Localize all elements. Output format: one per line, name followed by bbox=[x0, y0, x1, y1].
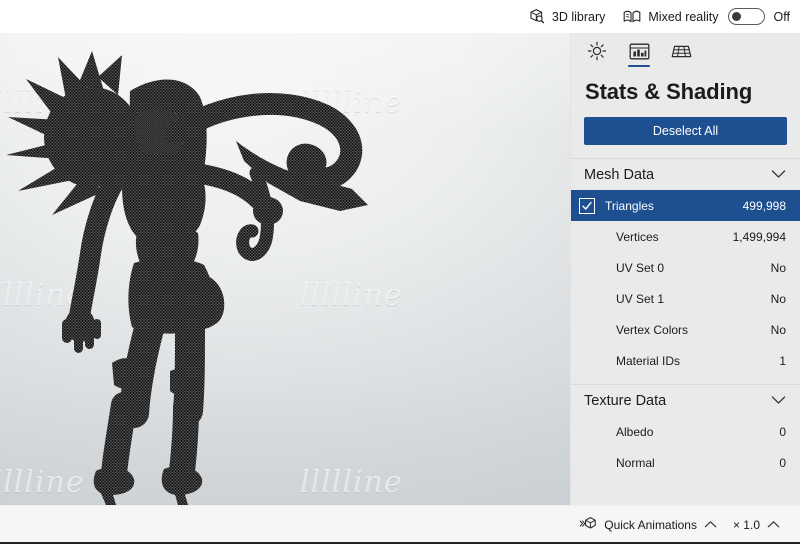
row-label: Albedo bbox=[616, 424, 654, 439]
triangles-checkbox[interactable] bbox=[579, 197, 595, 214]
table-row[interactable]: Albedo 0 bbox=[571, 416, 800, 447]
row-value: 0 bbox=[779, 424, 786, 439]
group-header-texture-data[interactable]: Texture Data bbox=[571, 384, 800, 416]
table-row[interactable]: Normal 0 bbox=[571, 447, 800, 478]
mixed-reality-button[interactable]: Mixed reality bbox=[614, 0, 727, 33]
stats-chart-icon bbox=[629, 42, 650, 61]
mixed-reality-label: Mixed reality bbox=[648, 9, 719, 24]
row-label: Triangles bbox=[605, 198, 654, 213]
deselect-all-button[interactable]: Deselect All bbox=[584, 117, 787, 145]
row-label: Material IDs bbox=[616, 353, 681, 368]
row-value: 499,998 bbox=[742, 198, 786, 213]
animation-cube-icon bbox=[579, 516, 597, 535]
tab-stats-shading[interactable] bbox=[619, 34, 659, 68]
row-label: Normal bbox=[616, 455, 655, 470]
table-row[interactable]: Material IDs 1 bbox=[571, 345, 800, 376]
3d-library-label: 3D library bbox=[551, 9, 606, 24]
table-row[interactable]: UV Set 1 No bbox=[571, 283, 800, 314]
quick-animations-button[interactable]: Quick Animations bbox=[571, 510, 725, 540]
row-value: No bbox=[770, 291, 786, 306]
table-row[interactable]: Vertex Colors No bbox=[571, 314, 800, 345]
wireframe-model[interactable] bbox=[0, 33, 570, 505]
mixed-reality-toggle-group: Off bbox=[727, 8, 794, 25]
toggle-knob bbox=[732, 11, 742, 21]
cube-search-icon bbox=[528, 8, 545, 25]
tab-underline bbox=[628, 64, 650, 67]
group-header-mesh-data[interactable]: Mesh Data bbox=[571, 158, 800, 190]
chevron-up-icon[interactable] bbox=[767, 518, 780, 532]
row-value: No bbox=[770, 322, 786, 337]
row-label: Vertex Colors bbox=[616, 322, 689, 337]
tab-lighting[interactable] bbox=[577, 34, 617, 68]
row-value: No bbox=[770, 260, 786, 275]
table-row[interactable]: Triangles 499,998 bbox=[571, 190, 800, 221]
row-label: UV Set 1 bbox=[616, 291, 665, 306]
stats-shading-panel: Stats & Shading Deselect All Mesh Data T… bbox=[571, 33, 800, 505]
row-value: 0 bbox=[779, 455, 786, 470]
bottom-toolbar: Quick Animations × 1.0 bbox=[0, 505, 800, 544]
page-title: Stats & Shading bbox=[585, 79, 753, 104]
panel-tabstrip bbox=[571, 33, 800, 69]
mixed-reality-toggle[interactable] bbox=[727, 8, 765, 25]
grid-plane-icon bbox=[671, 42, 692, 61]
tab-ground-grid[interactable] bbox=[661, 34, 701, 68]
row-label: Vertices bbox=[616, 229, 659, 244]
top-toolbar: 3D library Mixed reality Off bbox=[0, 0, 800, 33]
3d-library-button[interactable]: 3D library bbox=[519, 0, 615, 33]
chevron-down-icon[interactable] bbox=[771, 392, 786, 410]
table-row[interactable]: Vertices 1,499,994 bbox=[571, 221, 800, 252]
mixed-reality-icon bbox=[623, 9, 641, 25]
deselect-all-container: Deselect All bbox=[571, 117, 800, 145]
playback-speed-button[interactable]: × 1.0 bbox=[725, 510, 788, 540]
table-row[interactable]: UV Set 0 No bbox=[571, 252, 800, 283]
row-value: 1 bbox=[779, 353, 786, 368]
quick-animations-label: Quick Animations bbox=[604, 518, 697, 532]
chevron-up-icon[interactable] bbox=[704, 518, 717, 532]
stats-list: Mesh Data Triangles 499,998 Vertices 1,4… bbox=[571, 145, 800, 505]
chevron-down-icon[interactable] bbox=[771, 166, 786, 184]
model-viewport[interactable]: llllline llllline llllline llllline llll… bbox=[0, 33, 571, 505]
sun-icon bbox=[587, 41, 607, 61]
playback-speed-label: × 1.0 bbox=[732, 518, 760, 532]
app-root: 3D library Mixed reality Off llli llllli… bbox=[0, 0, 800, 544]
main-area: llllline llllline llllline llllline llll… bbox=[0, 33, 800, 505]
group-title: Mesh Data bbox=[584, 166, 655, 183]
row-label: UV Set 0 bbox=[616, 260, 665, 275]
group-title: Texture Data bbox=[584, 392, 667, 409]
toggle-state-label: Off bbox=[773, 9, 790, 24]
row-value: 1,499,994 bbox=[732, 229, 786, 244]
